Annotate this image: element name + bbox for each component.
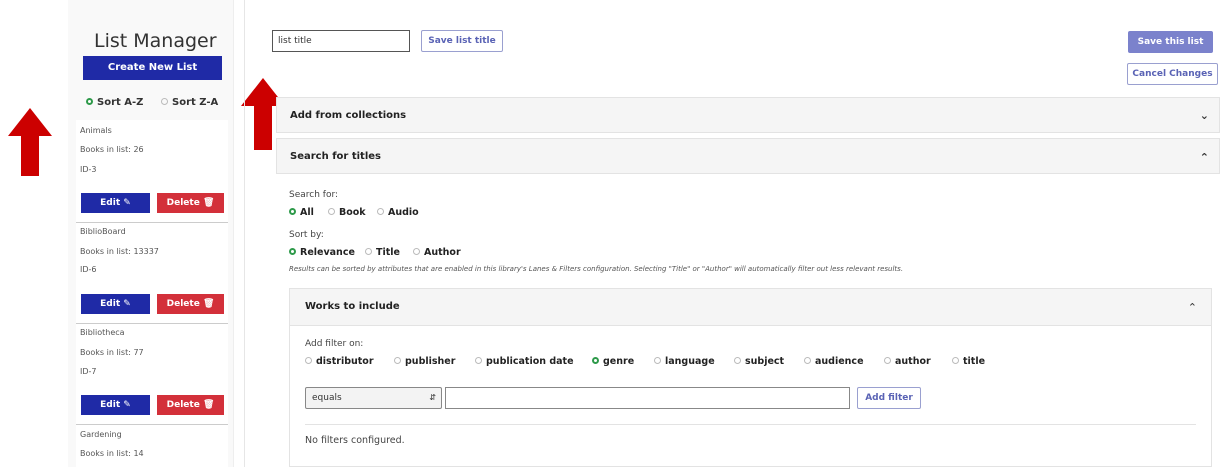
works-to-include-panel: Works to include ⌃ [289,288,1212,467]
sidebar-divider [244,0,245,467]
add-filter-button[interactable]: Add filter [857,387,921,409]
radio-icon [377,208,384,215]
trash-icon: 🗑 [202,400,215,410]
delete-list-button[interactable]: Delete 🗑 [157,193,224,213]
list-title-input[interactable]: list title [272,30,410,52]
sort-note: Results can be sorted by attributes that… [289,265,904,273]
radio-icon [328,208,335,215]
radio-icon [475,357,482,364]
radio-selected-icon [289,208,296,215]
delete-list-button[interactable]: Delete 🗑 [157,395,224,415]
divider [305,424,1196,425]
filter-option-audience[interactable]: audience [804,356,864,367]
radio-icon [884,357,891,364]
radio-selected-icon [289,248,296,255]
filter-option-genre[interactable]: genre [592,356,634,367]
filter-option-publication-date[interactable]: publication date [475,356,574,367]
filter-option-title[interactable]: title [952,356,985,367]
edit-list-button[interactable]: Edit ✎ [81,395,150,415]
radio-icon [734,357,741,364]
select-caret-icon: ⇵ [429,393,436,402]
filter-option-language[interactable]: language [654,356,715,367]
sort-az-option[interactable]: Sort A-Z [86,97,143,108]
sort-option-author[interactable]: Author [413,247,461,258]
radio-selected-icon [592,357,599,364]
list-card: Animals Books in list: 26 ID-3 Edit ✎ De… [76,120,228,223]
list-book-count: Books in list: 77 [80,348,144,357]
list-name: Bibliotheca [80,328,125,337]
radio-icon [413,248,420,255]
save-this-list-button[interactable]: Save this list [1128,31,1213,53]
filter-option-subject[interactable]: subject [734,356,784,367]
chevron-up-icon: ⌃ [1187,301,1197,314]
panel-title: Works to include [305,301,400,312]
search-option-book[interactable]: Book [328,207,366,218]
no-filters-message: No filters configured. [305,435,405,446]
save-list-title-button[interactable]: Save list title [421,30,503,52]
list-manager-title: List Manager [94,30,217,52]
list-id: ID-7 [80,367,97,376]
edit-list-button[interactable]: Edit ✎ [81,294,150,314]
list-card: Bibliotheca Books in list: 77 ID-7 Edit … [76,324,228,425]
search-for-label: Search for: [289,190,339,200]
search-for-titles-panel[interactable]: Search for titles ⌃ [276,138,1220,174]
radio-icon [161,97,168,105]
radio-icon [952,357,959,364]
radio-icon [305,357,312,364]
list-book-count: Books in list: 26 [80,145,144,154]
sort-option-title[interactable]: Title [365,247,400,258]
works-to-include-header[interactable]: Works to include ⌃ [290,289,1211,326]
panel-title: Search for titles [290,151,381,162]
radio-icon [394,357,401,364]
add-filter-label: Add filter on: [305,339,364,349]
chevron-up-icon: ⌃ [1199,151,1209,164]
list-name: Animals [80,126,112,135]
pencil-icon: ✎ [123,400,131,410]
sort-by-label: Sort by: [289,230,324,240]
delete-list-button[interactable]: Delete 🗑 [157,294,224,314]
filter-operator-select[interactable]: equals ⇵ [305,387,442,409]
sort-za-option[interactable]: Sort Z-A [161,97,218,108]
list-name: Gardening [80,430,122,439]
cancel-changes-button[interactable]: Cancel Changes [1127,63,1218,85]
list-card: BiblioBoard Books in list: 13337 ID-6 Ed… [76,223,228,324]
sort-option-relevance[interactable]: Relevance [289,247,355,258]
pencil-icon: ✎ [123,299,131,309]
list-id: ID-6 [80,265,97,274]
list-name: BiblioBoard [80,227,126,236]
edit-list-button[interactable]: Edit ✎ [81,193,150,213]
panel-title: Add from collections [290,110,407,121]
list-book-count: Books in list: 13337 [80,247,159,256]
list-id: ID-3 [80,165,97,174]
radio-icon [804,357,811,364]
search-option-audio[interactable]: Audio [377,207,419,218]
search-option-all[interactable]: All [289,207,314,218]
chevron-down-icon: ⌄ [1199,109,1209,122]
list-book-count: Books in list: 14 [80,449,144,458]
filter-option-publisher[interactable]: publisher [394,356,455,367]
create-new-list-button[interactable]: Create New List [83,56,222,80]
trash-icon: 🗑 [202,198,215,208]
annotation-arrow-left [8,108,52,176]
radio-selected-icon [86,97,93,105]
filter-option-distributor[interactable]: distributor [305,356,374,367]
add-from-collections-panel[interactable]: Add from collections ⌄ [276,97,1220,133]
filter-value-input[interactable] [445,387,850,409]
trash-icon: 🗑 [202,299,215,309]
filter-option-author[interactable]: author [884,356,931,367]
radio-icon [365,248,372,255]
radio-icon [654,357,661,364]
pencil-icon: ✎ [123,198,131,208]
list-card: Gardening Books in list: 14 [76,425,228,467]
